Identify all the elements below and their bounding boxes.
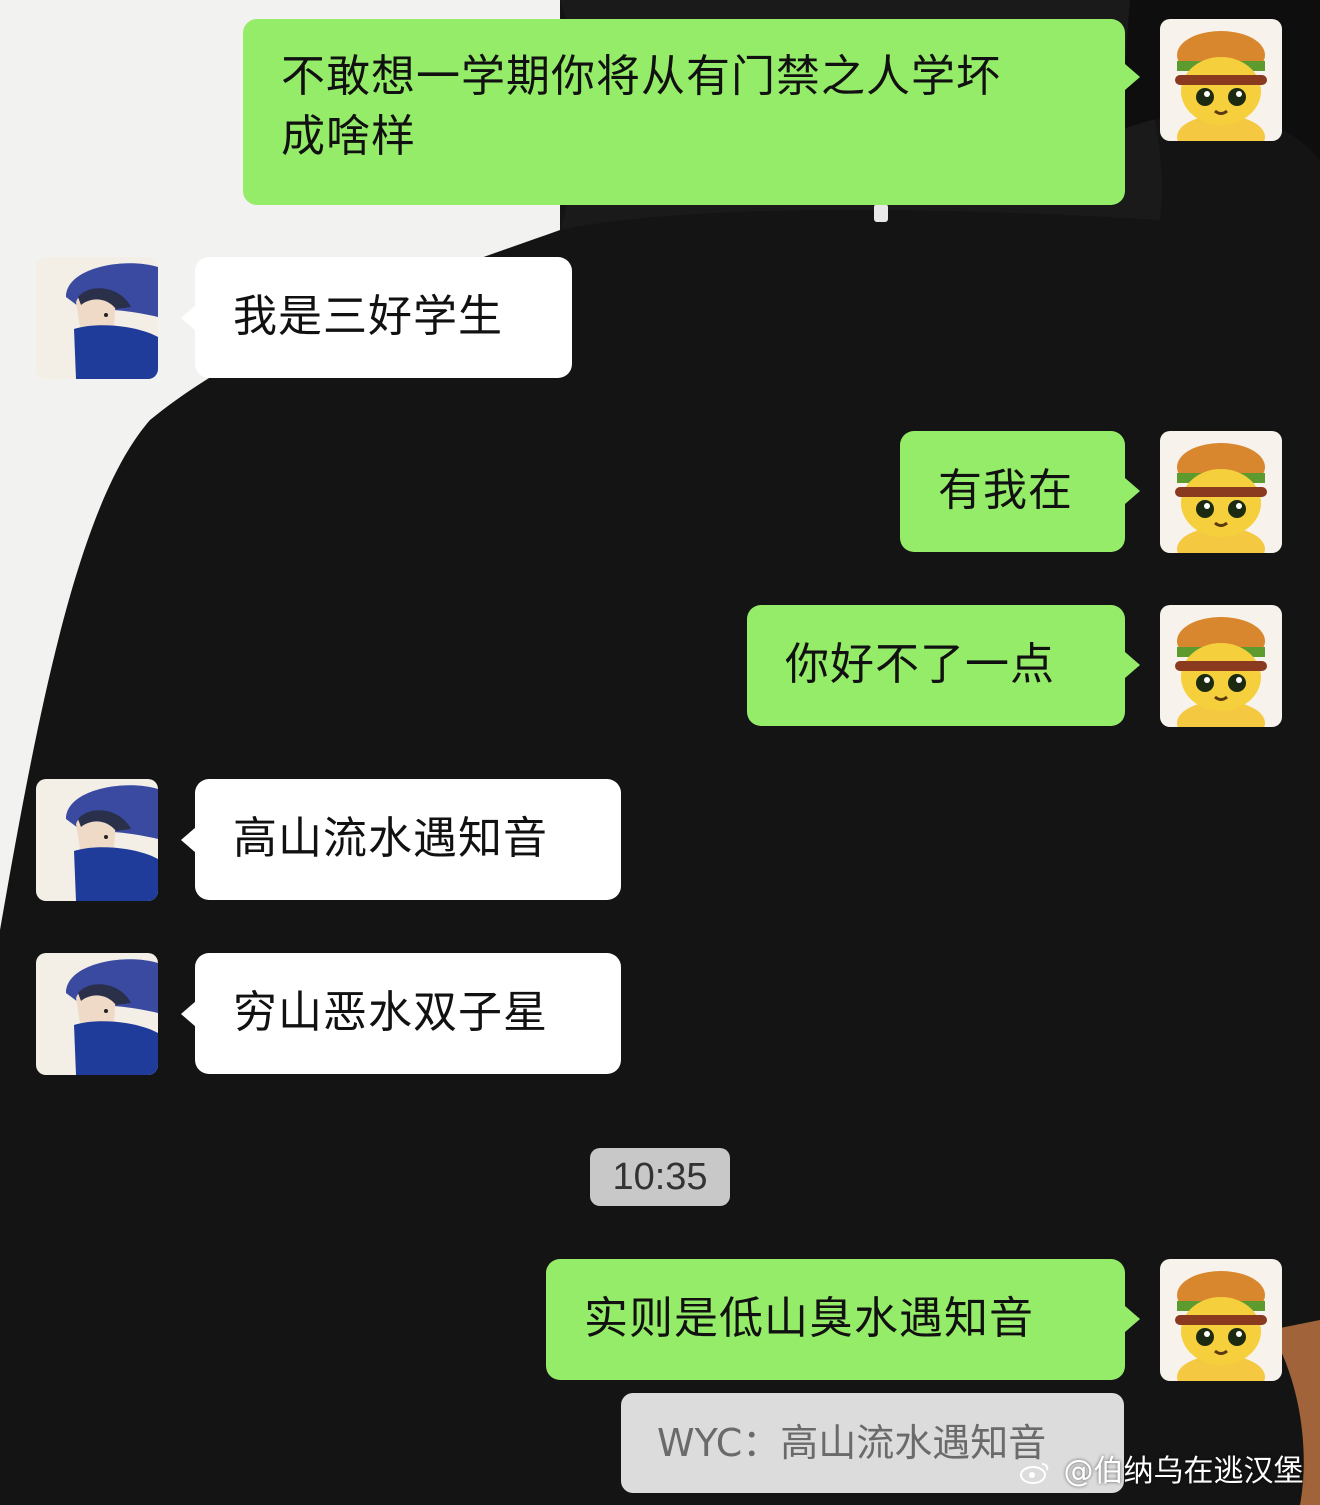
- message-bubble[interactable]: 有我在: [900, 431, 1125, 552]
- bubble-tail: [1125, 1306, 1140, 1332]
- bubble-tail: [181, 1001, 196, 1027]
- chat-screen: 不敢想一学期你将从有门禁之人学坏 成啥样 我是三好学生 有我在 你好不了一点 高…: [0, 0, 1320, 1505]
- message-bubble[interactable]: 高山流水遇知音: [195, 779, 621, 900]
- weibo-logo-icon: [1020, 1454, 1060, 1489]
- burger-character-avatar[interactable]: [1160, 1259, 1282, 1381]
- message-bubble[interactable]: 不敢想一学期你将从有门禁之人学坏 成啥样: [243, 19, 1125, 205]
- bubble-tail: [1125, 64, 1140, 90]
- bubble-tail: [1125, 478, 1140, 504]
- watermark: @伯纳乌在逃汉堡: [1020, 1452, 1304, 1492]
- timestamp-badge: 10:35: [590, 1148, 730, 1206]
- message-bubble[interactable]: 穷山恶水双子星: [195, 953, 621, 1074]
- message-bubble[interactable]: 你好不了一点: [747, 605, 1125, 726]
- burger-character-avatar[interactable]: [1160, 431, 1282, 553]
- snow-boy-avatar[interactable]: [36, 779, 158, 901]
- watermark-text: @伯纳乌在逃汉堡: [1063, 1454, 1304, 1489]
- message-bubble[interactable]: 实则是低山臭水遇知音: [546, 1259, 1125, 1380]
- snow-boy-avatar[interactable]: [36, 257, 158, 379]
- bubble-tail: [181, 827, 196, 853]
- burger-character-avatar[interactable]: [1160, 19, 1282, 141]
- burger-character-avatar[interactable]: [1160, 605, 1282, 727]
- snow-boy-avatar[interactable]: [36, 953, 158, 1075]
- message-bubble[interactable]: 我是三好学生: [195, 257, 572, 378]
- bubble-tail: [181, 305, 196, 331]
- bubble-tail: [1125, 652, 1140, 678]
